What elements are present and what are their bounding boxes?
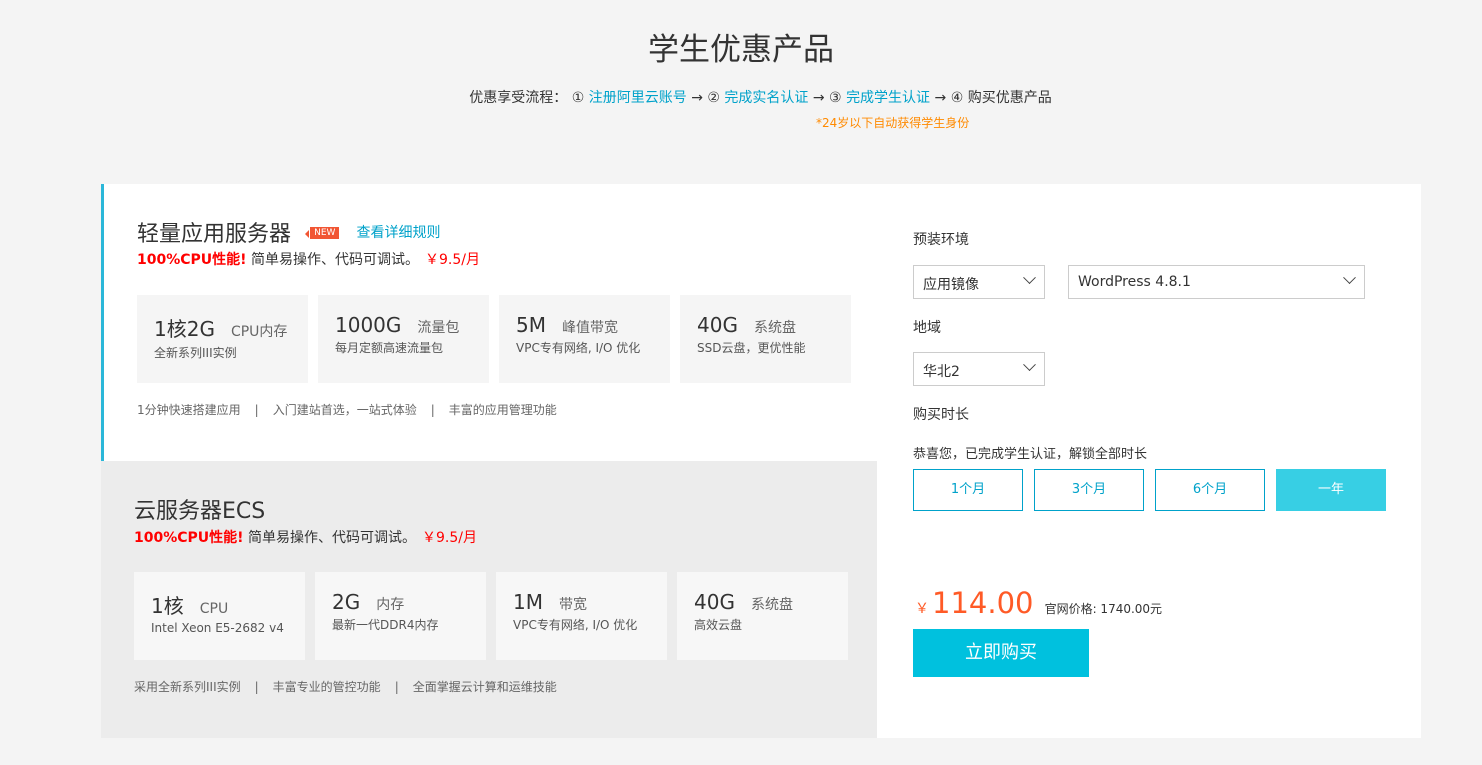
duration-3-months[interactable]: 3个月 — [1034, 469, 1144, 511]
lite-server-panel[interactable]: 轻量应用服务器 NEW 查看详细规则 100%CPU性能! 简单易操作、代码可调… — [101, 184, 877, 461]
rules-link[interactable]: 查看详细规则 — [357, 225, 441, 241]
chevron-down-icon — [1023, 271, 1036, 285]
age-note: *24岁以下自动获得学生身份 — [816, 116, 970, 130]
duration-1-month[interactable]: 1个月 — [913, 469, 1023, 511]
lite-features: 1分钟快速搭建应用 | 入门建站首选，一站式体验 | 丰富的应用管理功能 — [137, 403, 557, 417]
page-title: 学生优惠产品 — [648, 32, 834, 68]
env-type-select[interactable]: 应用镜像 — [913, 265, 1045, 299]
list-price: 官网价格: 1740.00元 — [1044, 602, 1163, 616]
buy-now-button[interactable]: 立即购买 — [913, 629, 1089, 677]
spec-box: 1核2G CPU内存 全新系列III实例 — [137, 295, 308, 383]
spec-box: 40G 系统盘 SSD云盘，更优性能 — [680, 295, 851, 383]
price: ￥ 114.00 官网价格: 1740.00元 — [915, 586, 1163, 620]
spec-box: 40G 系统盘 高效云盘 — [677, 572, 848, 660]
step-student-link[interactable]: 完成学生认证 — [846, 90, 930, 106]
chevron-down-icon — [1343, 271, 1356, 285]
lite-title: 轻量应用服务器 — [137, 222, 292, 247]
duration-label: 购买时长 — [913, 407, 969, 423]
duration-1-year[interactable]: 一年 — [1276, 469, 1386, 511]
env-image-select[interactable]: WordPress 4.8.1 — [1068, 265, 1365, 299]
spec-box: 1M 带宽 VPC专有网络, I/O 优化 — [496, 572, 667, 660]
duration-6-months[interactable]: 6个月 — [1155, 469, 1265, 511]
env-label: 预装环境 — [913, 232, 969, 248]
step-register-link[interactable]: 注册阿里云账号 — [589, 90, 687, 106]
new-badge: NEW — [305, 227, 340, 239]
ecs-features: 采用全新系列III实例 | 丰富专业的管控功能 | 全面掌握云计算和运维技能 — [134, 680, 557, 694]
spec-box: 1000G 流量包 每月定额高速流量包 — [318, 295, 489, 383]
ecs-subtitle: 100%CPU性能! 简单易操作、代码可调试。 ￥9.5/月 — [134, 530, 477, 546]
step-realname-link[interactable]: 完成实名认证 — [724, 90, 808, 106]
region-select[interactable]: 华北2 — [913, 352, 1045, 386]
spec-box: 5M 峰值带宽 VPC专有网络, I/O 优化 — [499, 295, 670, 383]
spec-box: 1核 CPU Intel Xeon E5-2682 v4 — [134, 572, 305, 660]
ecs-title: 云服务器ECS — [134, 499, 266, 524]
chevron-down-icon — [1023, 358, 1036, 372]
ecs-panel[interactable]: 云服务器ECS 100%CPU性能! 简单易操作、代码可调试。 ￥9.5/月 1核… — [101, 461, 877, 738]
lite-subtitle: 100%CPU性能! 简单易操作、代码可调试。 ￥9.5/月 — [137, 252, 480, 268]
flow-steps: 优惠享受流程： ① 注册阿里云账号 → ② 完成实名认证 → ③ 完成学生认证 … — [469, 90, 1052, 106]
region-label: 地域 — [913, 320, 941, 336]
spec-box: 2G 内存 最新一代DDR4内存 — [315, 572, 486, 660]
duration-note: 恭喜您，已完成学生认证，解锁全部时长 — [913, 447, 1148, 462]
